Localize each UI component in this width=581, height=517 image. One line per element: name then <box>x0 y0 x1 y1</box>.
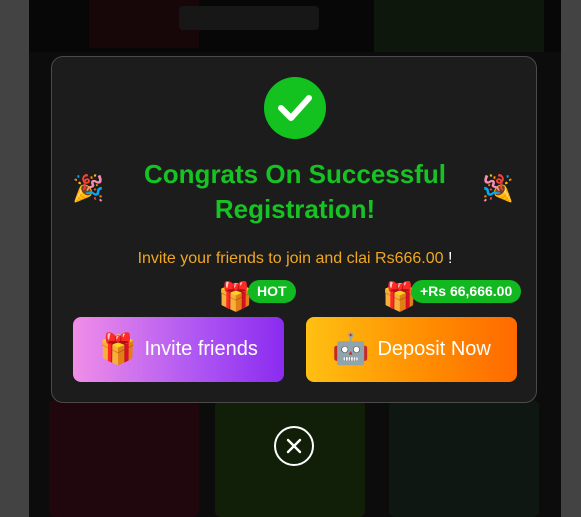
invite-friends-label: Invite friends <box>144 338 258 360</box>
close-icon <box>286 438 302 454</box>
invite-message: Invite your friends to join and clai Rs6… <box>52 250 538 268</box>
invite-message-suffix: ! <box>443 250 453 267</box>
gift-icon: 🎁 <box>218 281 253 312</box>
close-button[interactable] <box>274 426 314 466</box>
dialog-title: Congrats On Successful Registration! <box>144 159 446 224</box>
robot-mascot-icon: 🤖 <box>332 332 370 366</box>
deposit-now-button[interactable]: 🤖 Deposit Now <box>306 317 517 382</box>
checkmark-icon <box>264 77 326 139</box>
gift-icon: 🎁 <box>99 332 137 366</box>
deposit-now-label: Deposit Now <box>377 338 491 360</box>
bonus-badge: +Rs 66,666.00 <box>411 280 522 303</box>
invite-friends-button[interactable]: 🎁 Invite friends <box>73 317 284 382</box>
registration-success-dialog: 🎉 Congrats On Successful Registration! 🎉… <box>51 56 537 403</box>
party-popper-icon: 🎉 <box>482 173 515 203</box>
hot-badge: HOT <box>248 280 296 303</box>
party-popper-icon: 🎉 <box>72 173 105 203</box>
invite-message-text: Invite your friends to join and clai Rs6… <box>137 250 444 267</box>
